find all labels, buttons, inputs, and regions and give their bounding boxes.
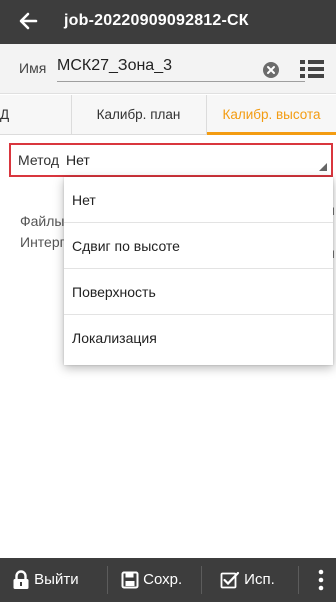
- toolbar-divider: [298, 566, 299, 594]
- menu-item-height-shift[interactable]: Сдвиг по высоте: [64, 223, 333, 269]
- menu-item-surface[interactable]: Поверхность: [64, 269, 333, 315]
- lock-icon: [13, 570, 29, 590]
- apply-label: Исп.: [244, 571, 275, 588]
- page-title: job-20220909092812-СК: [64, 12, 249, 29]
- tab-calib-plan[interactable]: Калибр. план: [71, 95, 206, 135]
- name-input-underline: [57, 81, 305, 82]
- save-label: Сохр.: [143, 571, 183, 588]
- interp-label: Интерп: [20, 234, 68, 250]
- exit-label: Выйти: [34, 571, 79, 588]
- method-label: Метод: [18, 152, 60, 168]
- toolbar-divider: [107, 566, 108, 594]
- dropdown-triangle-icon: [319, 163, 327, 171]
- clear-circle-icon[interactable]: [262, 61, 280, 79]
- list-icon[interactable]: [299, 57, 325, 81]
- apply-button[interactable]: Исп.: [220, 558, 275, 602]
- name-bar: Имя МСК27_Зона_3: [0, 44, 336, 94]
- save-icon: [121, 571, 139, 589]
- menu-item-none[interactable]: Нет: [64, 177, 333, 223]
- tab-bar: Д Калибр. план Калибр. высота: [0, 95, 336, 135]
- menu-item-localization[interactable]: Локализация: [64, 315, 333, 361]
- bottom-toolbar: Выйти Сохр. Исп.: [0, 558, 336, 602]
- exit-button[interactable]: Выйти: [12, 558, 79, 602]
- title-bar: job-20220909092812-СК: [0, 0, 336, 44]
- tab-calib-height[interactable]: Калибр. высота: [207, 95, 336, 135]
- save-button[interactable]: Сохр.: [121, 558, 182, 602]
- name-input[interactable]: МСК27_Зона_3: [57, 57, 172, 75]
- checkbox-icon: [220, 571, 240, 589]
- method-select[interactable]: Метод Нет: [9, 143, 333, 177]
- tab-partial[interactable]: Д: [0, 95, 30, 135]
- files-label: Файлы: [20, 213, 65, 229]
- arrow-left-icon[interactable]: [14, 6, 44, 36]
- method-dropdown-menu: Нет Сдвиг по высоте Поверхность Локализа…: [64, 177, 333, 365]
- toolbar-divider: [201, 566, 202, 594]
- name-label: Имя: [19, 60, 47, 76]
- more-vertical-icon[interactable]: [312, 558, 332, 602]
- method-value: Нет: [66, 152, 90, 168]
